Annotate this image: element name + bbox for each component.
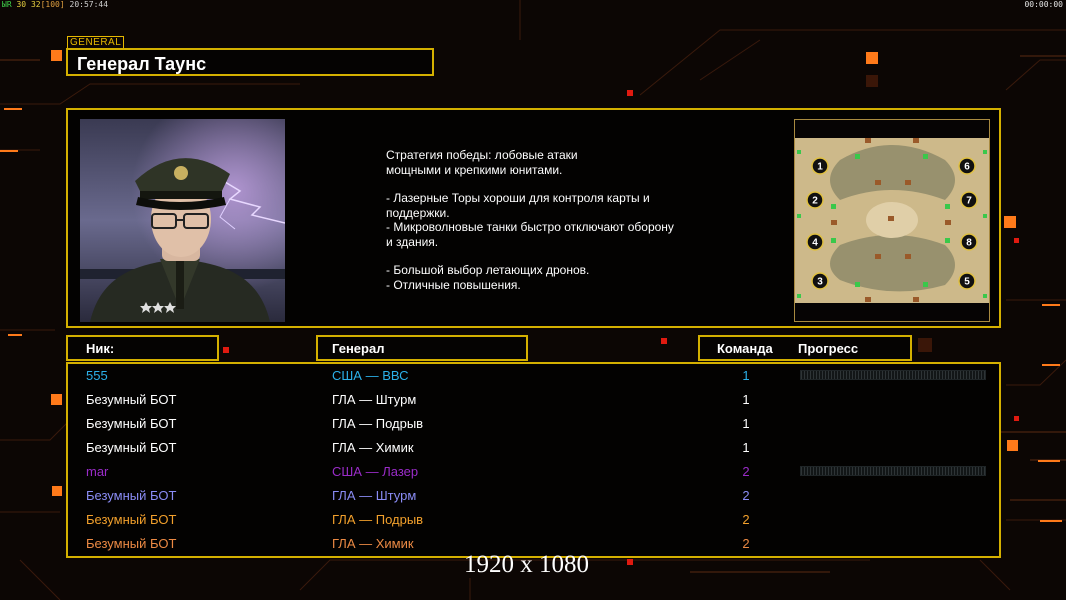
player-nick: Безумный БОТ: [86, 440, 177, 455]
game-timer: 00:00:00: [1024, 0, 1063, 9]
map-slot-number: 8: [966, 238, 972, 249]
player-general: ГЛА — Химик: [332, 440, 414, 455]
general-name-box: Генерал Таунс: [66, 48, 434, 76]
nick-column-header: Ник:: [66, 335, 219, 361]
player-general: ГЛА — Подрыв: [332, 512, 424, 527]
map-slot-number: 5: [964, 277, 970, 288]
loading-progress-bar: [800, 466, 986, 476]
player-general: ГЛА — Подрыв: [332, 416, 424, 431]
player-nick: mar: [86, 464, 109, 479]
player-nick: Безумный БОТ: [86, 488, 177, 503]
map-start-slot[interactable]: 8: [960, 233, 978, 251]
map-slot-number: 6: [964, 162, 970, 173]
player-list: 555 США — ВВС 1 Безумный БОТ ГЛА — Штурм 1 Без…: [66, 362, 1001, 558]
map-slot-number: 1: [817, 162, 823, 173]
hud-clock: 20:57:44: [69, 0, 109, 9]
map-preview: 1 2 3 4 5 6 7 8: [794, 119, 990, 322]
player-team: 2: [742, 488, 750, 503]
player-general: ГЛА — Химик: [332, 536, 414, 551]
team-progress-header: Команда Прогресс: [698, 335, 912, 361]
player-row: mar США — Лазер 2: [68, 462, 999, 486]
hud-value-a: 30: [16, 0, 27, 9]
general-portrait: [80, 119, 285, 322]
player-nick: Безумный БОТ: [86, 392, 177, 407]
map-slot-number: 2: [812, 196, 818, 207]
description-paragraph: Стратегия победы: лобовые атаки мощными …: [386, 148, 578, 177]
team-header-label: Команда: [717, 341, 773, 356]
player-row: Безумный БОТ ГЛА — Штурм 1: [68, 390, 999, 414]
player-row: Безумный БОТ ГЛА — Химик 1: [68, 438, 999, 462]
player-team: 2: [742, 512, 750, 527]
map-start-slot[interactable]: 4: [806, 233, 824, 251]
player-nick: Безумный БОТ: [86, 512, 177, 527]
player-general: ГЛА — Штурм: [332, 392, 417, 407]
map-slot-number: 3: [817, 277, 823, 288]
progress-header-label: Прогресс: [798, 341, 859, 356]
player-team: 2: [742, 536, 750, 551]
player-row: Безумный БОТ ГЛА — Штурм 2: [68, 486, 999, 510]
hud-value-b: 32: [30, 0, 41, 9]
general-header-label: Генерал: [332, 341, 385, 356]
hud-prefix: ЫR: [2, 0, 12, 9]
player-nick: 555: [86, 368, 108, 383]
loading-progress-bar: [800, 370, 986, 380]
player-row: Безумный БОТ ГЛА — Подрыв 2: [68, 510, 999, 534]
player-general: США — ВВС: [332, 368, 409, 383]
player-team: 2: [742, 464, 750, 479]
player-team: 1: [742, 416, 750, 431]
resolution-label: 1920 x 1080: [464, 551, 589, 578]
player-team: 1: [742, 392, 750, 407]
hud-value-c: [100]: [40, 0, 65, 9]
player-team: 1: [742, 368, 750, 383]
map-start-slot[interactable]: 1: [811, 157, 829, 175]
player-team: 1: [742, 440, 750, 455]
player-row: 555 США — ВВС 1: [68, 366, 999, 390]
description-paragraph: - Большой выбор летающих дронов. - Отлич…: [386, 263, 590, 292]
fps-counter: ЫR 30 32[100] 20:57:44: [2, 0, 108, 9]
map-start-slot[interactable]: 3: [811, 272, 829, 290]
nick-header-label: Ник:: [86, 341, 115, 356]
map-slot-number: 4: [812, 238, 818, 249]
map-start-slot[interactable]: 2: [806, 191, 824, 209]
player-row: Безумный БОТ ГЛА — Подрыв 1: [68, 414, 999, 438]
general-info-panel: Стратегия победы: лобовые атаки мощными …: [66, 108, 1001, 328]
map-start-slot[interactable]: 5: [958, 272, 976, 290]
map-start-slot[interactable]: 6: [958, 157, 976, 175]
description-paragraph: - Лазерные Торы хороши для контроля карт…: [386, 191, 674, 249]
map-start-slot[interactable]: 7: [960, 191, 978, 209]
player-nick: Безумный БОТ: [86, 416, 177, 431]
general-description: Стратегия победы: лобовые атаки мощными …: [386, 148, 776, 292]
general-column-header: Генерал: [316, 335, 528, 361]
general-name: Генерал Таунс: [77, 54, 207, 74]
map-slot-number: 7: [966, 196, 972, 207]
player-general: ГЛА — Штурм: [332, 488, 417, 503]
player-nick: Безумный БОТ: [86, 536, 177, 551]
player-general: США — Лазер: [332, 464, 419, 479]
